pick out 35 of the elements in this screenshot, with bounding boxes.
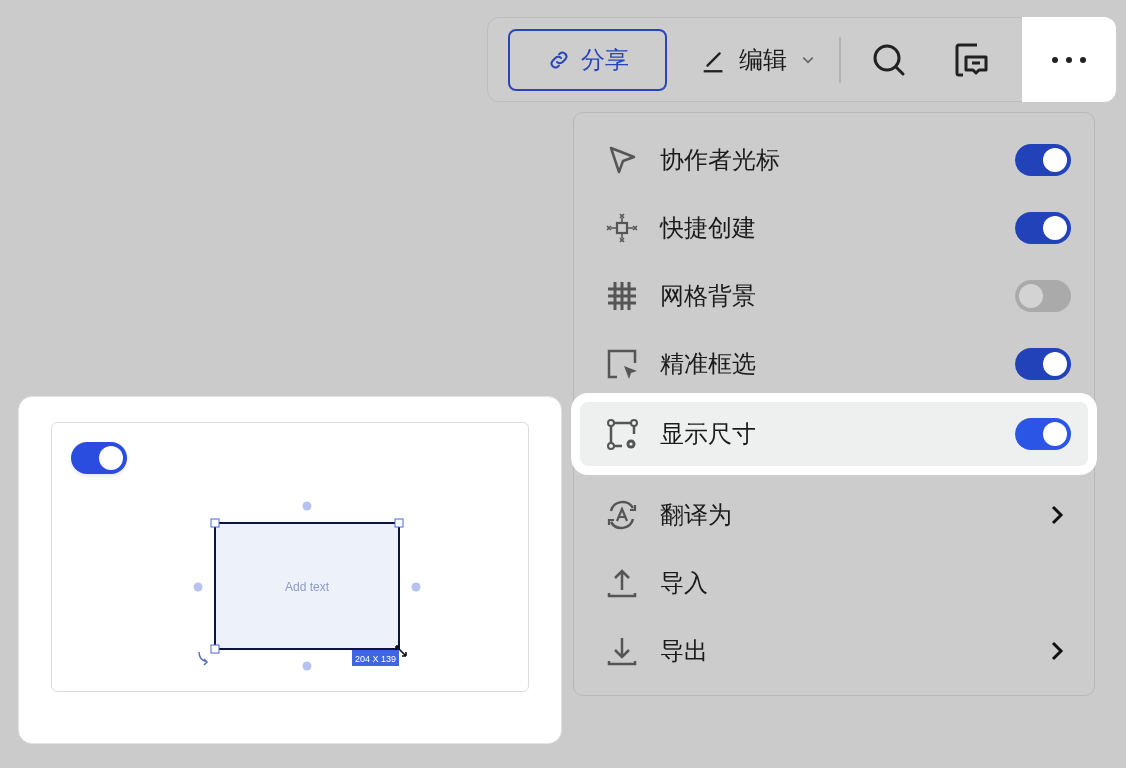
menu-item[interactable]: 网格背景 — [580, 262, 1088, 330]
toggle-switch[interactable] — [71, 442, 127, 474]
menu-item-label: 精准框选 — [660, 349, 757, 379]
menu-item[interactable]: 精准框选 — [580, 330, 1088, 398]
more-icon — [1049, 54, 1089, 65]
toggle-switch[interactable] — [1015, 280, 1071, 312]
menu-item-label: 网格背景 — [660, 281, 757, 311]
toggle-switch[interactable] — [1015, 418, 1071, 450]
menu-item[interactable]: 快捷创建 — [580, 194, 1088, 262]
chevron-right-icon — [1049, 503, 1065, 527]
menu-item-label: 显示尺寸 — [660, 419, 757, 449]
menu-item-label: 翻译为 — [660, 500, 733, 530]
toggle-switch[interactable] — [1015, 144, 1071, 176]
resize-cursor-icon — [395, 645, 407, 657]
shape-text: Add text — [285, 580, 329, 594]
menu-item-label: 快捷创建 — [660, 213, 757, 243]
menu-item[interactable]: 导入 — [580, 549, 1088, 617]
menu-item-label: 协作者光标 — [660, 145, 781, 175]
dimension-icon — [604, 416, 640, 452]
rectangle-shape[interactable] — [214, 522, 400, 650]
resize-handle[interactable] — [210, 644, 220, 654]
toggle-switch[interactable] — [1015, 348, 1071, 380]
edit-menu-button[interactable]: 编辑 — [699, 43, 815, 76]
menu-item[interactable]: 协作者光标 — [580, 126, 1088, 194]
resize-handle[interactable] — [210, 518, 220, 528]
share-button[interactable]: 分享 — [508, 28, 667, 91]
rotate-icon[interactable] — [198, 651, 208, 666]
toggle-switch[interactable] — [1015, 212, 1071, 244]
menu-item-label: 导出 — [660, 636, 709, 666]
size-tag: 204 X 139 — [352, 650, 399, 666]
menu-item[interactable]: 导出 — [580, 617, 1088, 685]
chevron-right-icon — [1049, 639, 1065, 663]
menu-item[interactable]: 翻译为 — [580, 481, 1088, 549]
resize-handle[interactable] — [394, 518, 404, 528]
menu-item-label: 导入 — [660, 568, 709, 598]
